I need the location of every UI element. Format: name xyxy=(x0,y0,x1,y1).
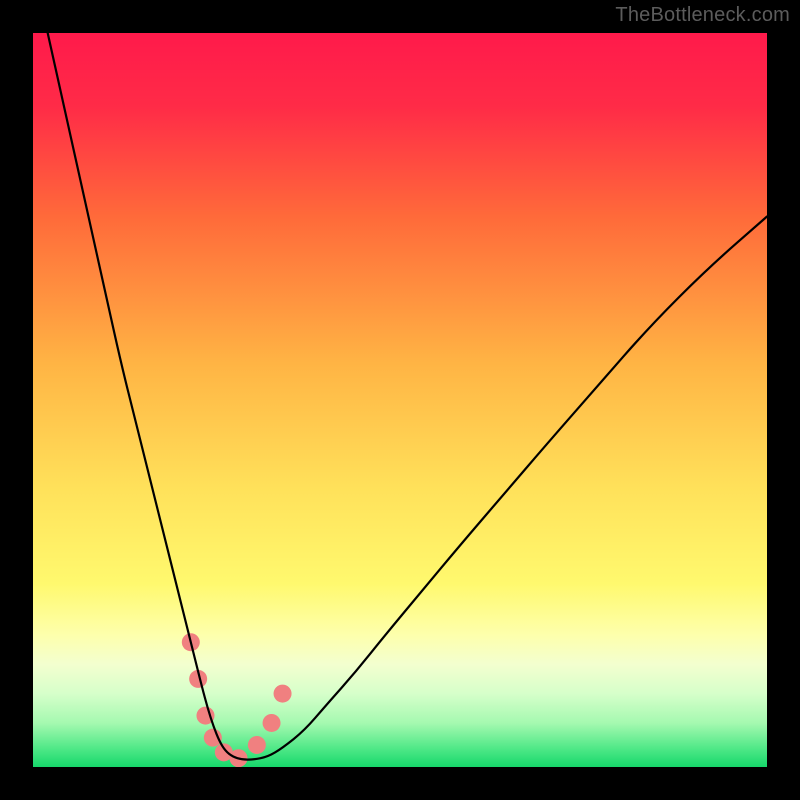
highlight-dot xyxy=(263,714,281,732)
gradient-background xyxy=(33,33,767,767)
highlight-dot xyxy=(274,685,292,703)
chart-svg xyxy=(33,33,767,767)
chart-frame: TheBottleneck.com xyxy=(0,0,800,800)
plot-area xyxy=(33,33,767,767)
watermark-text: TheBottleneck.com xyxy=(615,4,790,27)
highlight-dot xyxy=(248,736,266,754)
